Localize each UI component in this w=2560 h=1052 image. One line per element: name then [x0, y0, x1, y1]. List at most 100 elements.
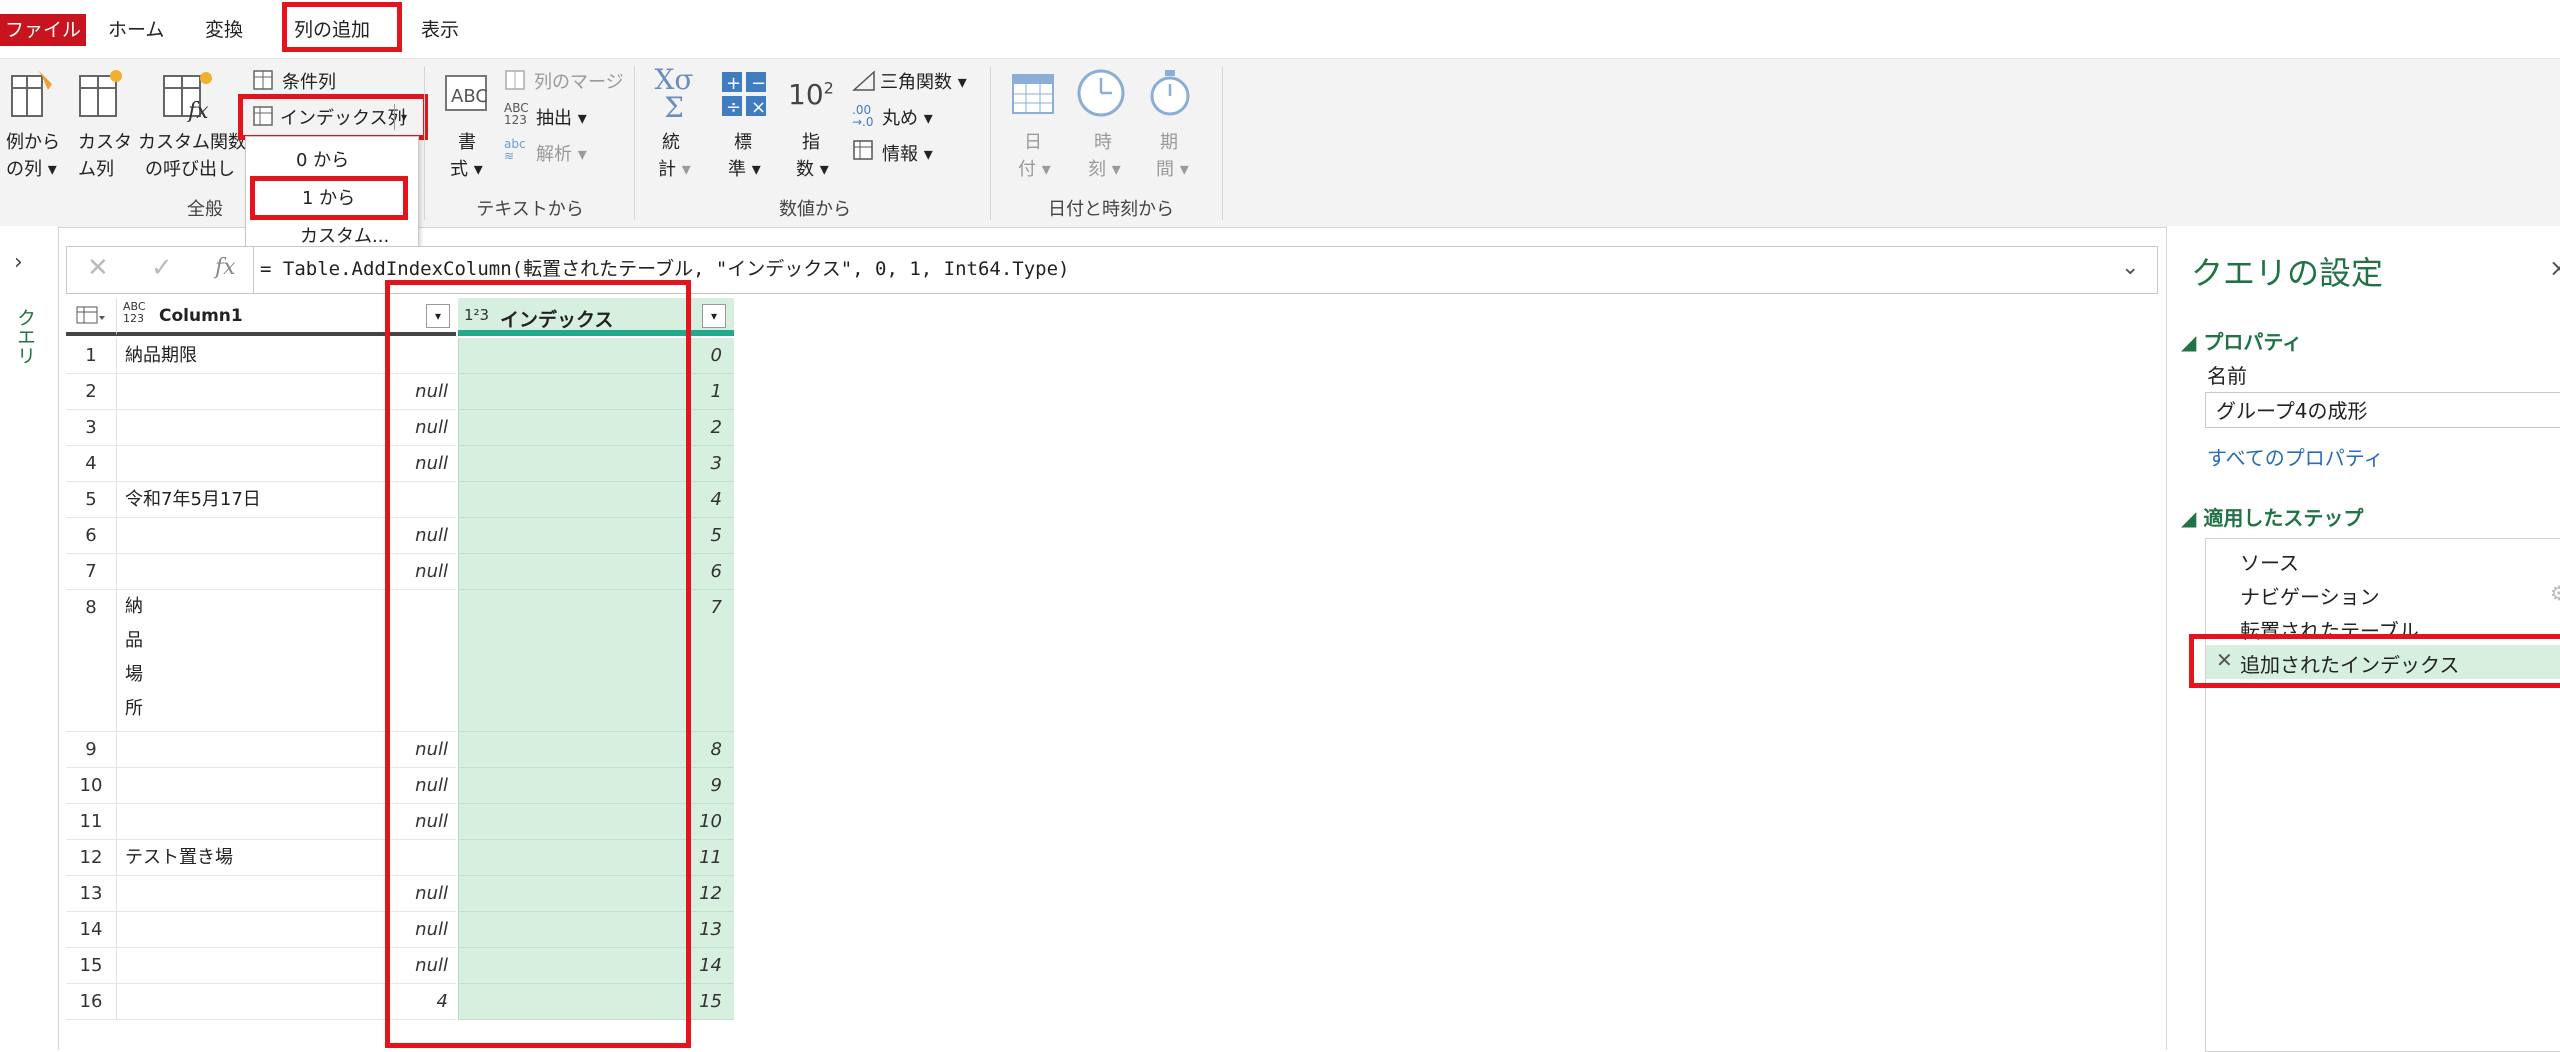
standard-label-2: 準 ▾ — [728, 159, 761, 180]
statistics-icon: Χσ Σ — [654, 63, 694, 124]
row-number[interactable]: 10 — [66, 768, 116, 804]
row-number[interactable]: 15 — [66, 948, 116, 984]
stopwatch-icon — [1150, 70, 1190, 116]
highlight-from-1 — [250, 176, 408, 220]
table-menu-button[interactable] — [66, 298, 116, 336]
row-number[interactable]: 14 — [66, 912, 116, 948]
column-from-examples-label-1: 例から — [6, 132, 60, 153]
tab-home[interactable]: ホーム — [108, 14, 164, 46]
rounding-icon: .00 →.0 — [852, 103, 874, 129]
close-icon[interactable]: × — [2549, 254, 2560, 282]
confirm-icon[interactable]: ✓ — [151, 253, 173, 283]
format-icon: ABC — [445, 75, 488, 111]
clock-icon — [1077, 69, 1125, 117]
query-settings-pane: クエリの設定 × ◢ プロパティ 名前 グループ4の成形 すべてのプロパティ ◢… — [2166, 226, 2560, 1052]
row-number[interactable]: 8 — [66, 590, 116, 732]
custom-column-label-1: カスタ — [78, 132, 132, 153]
step-navigation[interactable]: ナビゲーション — [2240, 581, 2380, 610]
applied-steps-list: ソース ナビゲーション ⚙ 転置されたテーブル ✕ 追加されたインデックス — [2205, 538, 2560, 1052]
trigonometry-label: 三角関数 ▾ — [880, 72, 967, 93]
highlight-added-index-step — [2189, 634, 2560, 688]
scientific-label-1: 指 — [802, 132, 820, 153]
svg-text:×: × — [751, 97, 766, 118]
duration-label-2: 間 ▾ — [1156, 159, 1189, 180]
column1-type-icon: ABC 123 — [123, 300, 146, 325]
svg-text:+: + — [726, 73, 741, 94]
step-source[interactable]: ソース — [2240, 547, 2299, 576]
conditional-column-icon — [253, 70, 273, 90]
row-number[interactable]: 7 — [66, 554, 116, 590]
table-icon — [76, 306, 105, 324]
row-number[interactable]: 5 — [66, 482, 116, 518]
conditional-column-label: 条件列 — [282, 72, 336, 93]
row-number[interactable]: 3 — [66, 410, 116, 446]
group-separator — [990, 66, 991, 220]
information-label: 情報 ▾ — [882, 144, 933, 165]
row-number[interactable]: 1 — [66, 338, 116, 374]
merge-columns-icon — [505, 70, 525, 90]
step-settings-gear-icon[interactable]: ⚙ — [2550, 581, 2560, 605]
queries-pane: › クエリ — [0, 226, 59, 1050]
extract-icon: ABC 123 — [504, 101, 529, 127]
scientific-label-2: 数 ▾ — [796, 159, 829, 180]
row-number[interactable]: 9 — [66, 732, 116, 768]
rounding-label: 丸め ▾ — [882, 108, 933, 129]
svg-text:÷: ÷ — [726, 97, 741, 118]
trigonometry-icon — [852, 70, 875, 91]
applied-steps-header[interactable]: ◢ 適用したステップ — [2181, 502, 2363, 531]
highlight-index-column — [238, 94, 428, 140]
all-properties-link[interactable]: すべてのプロパティ — [2207, 442, 2384, 471]
svg-text:fx: fx — [186, 99, 209, 122]
row-number[interactable]: 13 — [66, 876, 116, 912]
queries-pane-label[interactable]: クエリ — [12, 308, 39, 365]
merge-columns-label: 列のマージ — [534, 72, 624, 93]
format-label-2: 式 ▾ — [450, 159, 483, 180]
information-icon — [853, 140, 873, 160]
group-label-general: 全般 — [187, 199, 223, 220]
tab-view[interactable]: 表示 — [421, 14, 459, 46]
fx-icon[interactable]: fx — [215, 255, 236, 280]
group-separator — [424, 66, 425, 220]
cancel-icon[interactable]: ✕ — [87, 253, 109, 283]
index-filter-button[interactable]: ▾ — [702, 304, 726, 328]
format-label-1: 書 — [458, 132, 476, 153]
date-label-2: 付 ▾ — [1018, 159, 1051, 180]
standard-label-1: 標 — [734, 132, 752, 153]
svg-text:−: − — [751, 73, 766, 94]
invoke-function-icon: fx — [163, 72, 212, 122]
row-number[interactable]: 12 — [66, 840, 116, 876]
menu-item-from-0[interactable]: 0 から — [246, 143, 416, 179]
calendar-icon — [1012, 74, 1054, 114]
column1-header-label: Column1 — [159, 306, 243, 326]
highlight-add-column-tab — [282, 2, 402, 52]
statistics-label-2: 計 ▾ — [658, 159, 691, 180]
row-number[interactable]: 11 — [66, 804, 116, 840]
highlight-index-column-data — [385, 280, 691, 1048]
group-label-datetime: 日付と時刻から — [1048, 199, 1174, 220]
invoke-function-label-2: の呼び出し — [145, 159, 235, 180]
parse-icon: abc ≋ — [504, 137, 526, 163]
column-from-examples-icon — [11, 70, 52, 117]
extract-label: 抽出 ▾ — [536, 108, 587, 129]
row-number[interactable]: 4 — [66, 446, 116, 482]
expand-queries-chevron-icon[interactable]: › — [14, 250, 23, 275]
group-separator — [634, 66, 635, 220]
duration-label-1: 期 — [1160, 132, 1178, 153]
standard-operations-icon: + − ÷ × — [722, 72, 766, 118]
invoke-function-label-1: カスタム関数 — [138, 132, 246, 153]
group-label-number: 数値から — [779, 199, 851, 220]
ribbon-tabs: ファイル ホーム 変換 列の追加 表示 — [0, 0, 2560, 58]
custom-column-label-2: ム列 — [78, 159, 114, 180]
name-label: 名前 — [2207, 364, 2247, 388]
tab-transform[interactable]: 変換 — [205, 14, 243, 46]
expand-formula-chevron-icon[interactable]: ⌄ — [2121, 255, 2139, 280]
row-number[interactable]: 6 — [66, 518, 116, 554]
svg-text:ABC: ABC — [451, 86, 488, 107]
date-label-1: 日 — [1024, 132, 1042, 153]
tab-file[interactable]: ファイル — [0, 14, 86, 46]
query-name-input[interactable]: グループ4の成形 — [2205, 392, 2560, 428]
row-number[interactable]: 2 — [66, 374, 116, 410]
properties-header[interactable]: ◢ プロパティ — [2181, 326, 2302, 355]
row-number[interactable]: 16 — [66, 984, 116, 1020]
group-label-text: テキストから — [476, 199, 584, 220]
